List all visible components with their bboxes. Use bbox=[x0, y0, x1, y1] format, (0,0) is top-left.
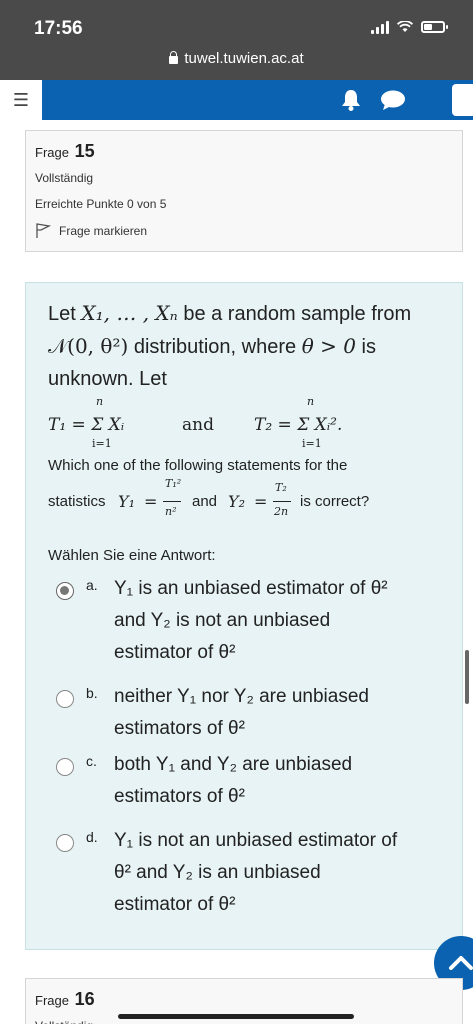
sum-upper-2: n bbox=[307, 395, 315, 408]
chat-bubble-icon[interactable] bbox=[380, 89, 406, 111]
sum-upper-1: n bbox=[96, 395, 104, 408]
radio-option-d[interactable] bbox=[56, 834, 74, 852]
home-indicator bbox=[118, 1014, 354, 1019]
question-number: Frage 16 bbox=[35, 989, 95, 1009]
y1-denominator: n² bbox=[165, 505, 177, 518]
choose-answer-label: Wählen Sie eine Antwort: bbox=[48, 547, 216, 564]
hamburger-menu-button[interactable]: ☰ bbox=[0, 80, 42, 120]
radio-option-b[interactable] bbox=[56, 690, 74, 708]
question-info-card: Frage 15 Vollständig Erreichte Punkte 0 … bbox=[25, 130, 463, 252]
option-text: Y₁ is not an unbiased estimator of θ² an… bbox=[114, 830, 398, 915]
option-text: neither Y₁ nor Y₂ are unbiased estimator… bbox=[114, 686, 369, 739]
statement-line-2: statistics Y₁ = T₁² n² and Y₂ = T₂ 2n is… bbox=[48, 477, 370, 518]
sum-lower-2: i=1 bbox=[302, 437, 322, 450]
question-intro: Let X₁, … , Xₙ be a random sample from 𝒩… bbox=[48, 301, 412, 390]
y1-numerator: T₁² bbox=[165, 477, 182, 490]
option-letter: a. bbox=[86, 577, 98, 593]
answer-option-d[interactable]: d. Y₁ is not an unbiased estimator of θ²… bbox=[56, 825, 446, 925]
t1-formula: T₁ = Σ Xᵢ bbox=[48, 415, 125, 435]
hamburger-icon: ☰ bbox=[12, 89, 30, 110]
answer-option-c[interactable]: c. both Y₁ and Y₂ are unbiased estimator… bbox=[56, 749, 446, 817]
browser-chrome: 17:56 tuwel.tuwien.ac.at bbox=[0, 0, 473, 80]
option-text: both Y₁ and Y₂ are unbiased estimators o… bbox=[114, 754, 353, 807]
page-scrollbar[interactable] bbox=[465, 650, 469, 704]
t2-formula: T₂ = Σ Xᵢ². bbox=[254, 415, 343, 435]
battery-icon bbox=[421, 21, 448, 33]
question-card: Let X₁, … , Xₙ be a random sample from 𝒩… bbox=[25, 282, 463, 950]
flag-label: Frage markieren bbox=[59, 224, 148, 238]
chevron-up-icon bbox=[449, 956, 473, 970]
bell-icon[interactable] bbox=[340, 88, 362, 112]
statistics-definitions: T₁ = Σ Xᵢ n i=1 and T₂ = Σ Xᵢ². n i=1 bbox=[48, 395, 448, 453]
wifi-icon bbox=[397, 21, 413, 32]
question-state: Vollständig bbox=[35, 1019, 93, 1024]
radio-option-a[interactable] bbox=[56, 582, 74, 600]
lock-icon bbox=[169, 51, 179, 64]
user-menu-button[interactable] bbox=[452, 84, 473, 116]
statement-line-1: Which one of the following statements fo… bbox=[48, 457, 348, 474]
url-text: tuwel.tuwien.ac.at bbox=[184, 50, 304, 67]
option-letter: d. bbox=[86, 829, 98, 845]
cellular-signal-icon bbox=[371, 20, 389, 34]
option-text: Y₁ is an unbiased estimator of θ² and Y₂… bbox=[114, 578, 388, 663]
status-icons bbox=[371, 20, 448, 34]
y2-denominator: 2n bbox=[274, 505, 289, 518]
option-letter: c. bbox=[86, 753, 97, 769]
flag-question-button[interactable]: Frage markieren bbox=[35, 223, 147, 239]
radio-option-c[interactable] bbox=[56, 758, 74, 776]
option-letter: b. bbox=[86, 685, 98, 701]
question-number: Frage 15 bbox=[35, 141, 95, 161]
answer-option-b[interactable]: b. neither Y₁ nor Y₂ are unbiased estima… bbox=[56, 681, 446, 749]
answer-option-a[interactable]: a. Y₁ is an unbiased estimator of θ² and… bbox=[56, 573, 446, 673]
sample-sequence: X₁, … , Xₙ bbox=[81, 301, 178, 325]
question-state: Vollständig bbox=[35, 171, 94, 185]
normal-distribution: 𝒩(0, θ²) bbox=[48, 334, 129, 358]
y2-numerator: T₂ bbox=[275, 481, 287, 494]
and-word: and bbox=[182, 415, 214, 435]
flag-icon bbox=[36, 223, 51, 238]
theta-condition: θ > 0 bbox=[301, 334, 356, 358]
question-points: Erreichte Punkte 0 von 5 bbox=[35, 197, 167, 211]
top-navbar: ☰ bbox=[0, 80, 473, 120]
status-time: 17:56 bbox=[34, 18, 83, 39]
address-bar[interactable]: tuwel.tuwien.ac.at bbox=[0, 50, 473, 67]
sum-lower-1: i=1 bbox=[92, 437, 112, 450]
